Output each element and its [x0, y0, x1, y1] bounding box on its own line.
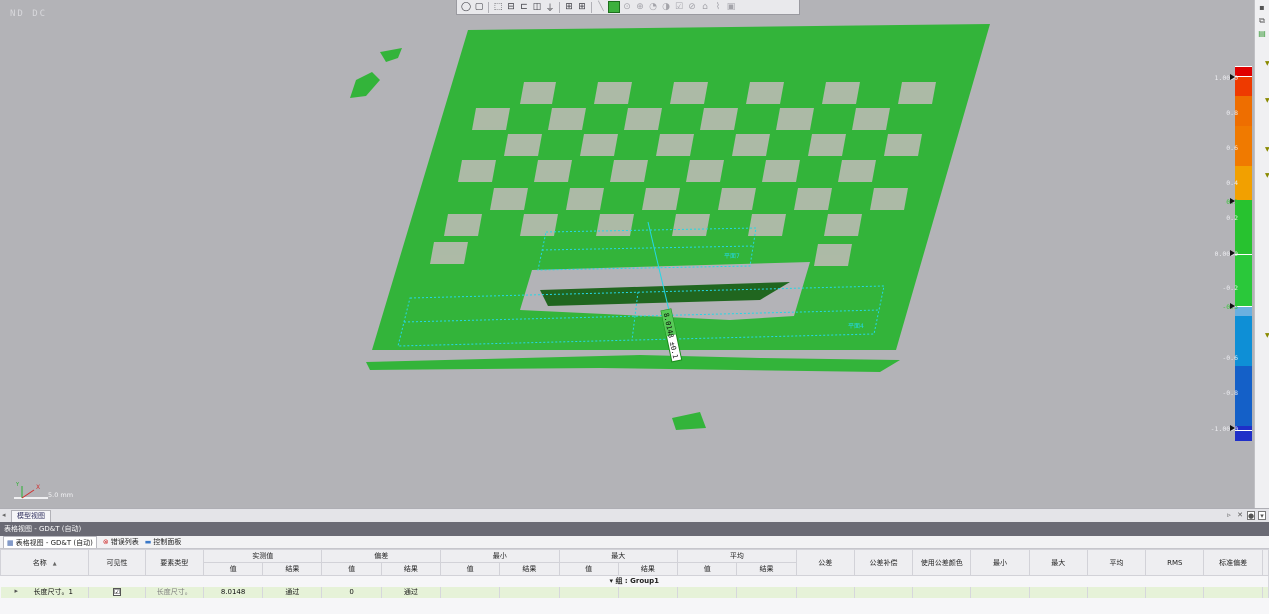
sub-header-value[interactable]: 值 — [202, 562, 264, 576]
group-row[interactable]: ▾ 组 : Group1 — [0, 575, 1269, 587]
col-header-measured[interactable]: 实测值 — [202, 549, 323, 563]
col-header-deviation[interactable]: 偏差 — [321, 549, 441, 563]
sub-header-result[interactable]: 结果 — [736, 562, 797, 576]
sub-header-result[interactable]: 结果 — [380, 562, 442, 576]
row-cell — [736, 586, 797, 598]
col-header-std[interactable]: 标准偏差 — [1203, 549, 1263, 576]
row-cell — [1145, 586, 1205, 598]
col-header-min2[interactable]: 最小 — [970, 549, 1030, 576]
expand-icon[interactable]: ▾ — [610, 577, 614, 585]
control-panel-icon: ▬ — [144, 538, 152, 546]
col-header-tol-comp[interactable]: 公差补偿 — [853, 549, 914, 576]
row-cell — [618, 586, 679, 598]
axis-x-label: X — [36, 484, 40, 491]
row-deviation-result: 通过 — [381, 586, 442, 598]
view-tab-strip: ◂ 模型视图 ▹ ✕ ● ▾ — [0, 508, 1269, 522]
model-viewport[interactable]: ND DC 平面7 平面4 8.0148 ±0.1 ◯ ▢ ⬚ ⊟ ⊏ ◫ ⏚ … — [0, 0, 1254, 508]
sub-header-value[interactable]: 值 — [677, 562, 738, 576]
row-cell — [1029, 586, 1088, 598]
tab-label: 控制面板 — [153, 538, 182, 546]
sub-header-result[interactable]: 结果 — [262, 562, 323, 576]
col-header-visibility[interactable]: 可见性 — [88, 549, 146, 576]
col-header-use-tol-color[interactable]: 使用公差颜色 — [912, 549, 972, 576]
col-header-max[interactable]: 最大 — [558, 549, 679, 563]
panel-tabs: ▦ 表格视图 - GD&T (自动) ⊗ 错误列表 ▬ 控制面板 — [0, 536, 1269, 549]
col-header-name[interactable]: 名称 ▲ — [0, 549, 90, 576]
marker-arrow-icon — [1230, 303, 1235, 309]
group-label: 组 : Group1 — [615, 577, 659, 586]
sub-header-result[interactable]: 结果 — [617, 562, 679, 576]
gdt-table: 名称 ▲ 可见性 要素类型 实测值 偏差 最小 最大 平均 公差 公差补偿 使用公… — [0, 549, 1269, 598]
chevron-down-icon[interactable]: ▾ — [1258, 511, 1266, 520]
sub-header-result[interactable]: 结果 — [499, 562, 560, 576]
col-header-tolerance[interactable]: 公差 — [795, 549, 855, 576]
marker-arrow-icon — [1230, 74, 1235, 80]
marker-arrow-icon — [1230, 425, 1235, 431]
error-icon: ⊗ — [102, 538, 109, 546]
axis-y-label: Y — [15, 482, 20, 488]
sort-asc-icon: ▲ — [52, 560, 57, 567]
sub-header-value[interactable]: 值 — [439, 562, 501, 576]
tab-error-list[interactable]: ⊗ 错误列表 — [103, 537, 139, 547]
row-cell — [1262, 586, 1269, 598]
copy-icon[interactable]: ⧉ — [1257, 15, 1268, 26]
sub-header-value[interactable]: 值 — [558, 562, 619, 576]
col-header-avg[interactable]: 平均 — [677, 549, 797, 563]
marker-arrow-icon — [1230, 198, 1235, 204]
table-row[interactable]: ▸ 长度尺寸。1 ☑ 长度尺寸。 8.0148 通过 0 通过 — [0, 586, 1269, 598]
col-header-feature-type[interactable]: 要素类型 — [144, 549, 204, 576]
sub-header-value[interactable]: 值 — [321, 562, 382, 576]
row-deviation-value: 0 — [321, 586, 382, 598]
row-cell — [440, 586, 501, 598]
right-side-strip: ▪ ⧉ ▤ ▼ ▼ ▼ ▼ ▼ — [1254, 0, 1269, 508]
col-header-max2[interactable]: 最大 — [1028, 549, 1088, 576]
row-measured-value: 8.0148 — [203, 586, 264, 598]
marker-triangle-icon: ▼ — [1265, 97, 1269, 104]
row-cell — [854, 586, 914, 598]
marker-triangle-icon: ▼ — [1265, 146, 1269, 153]
tab-model-view[interactable]: 模型视图 — [11, 510, 51, 522]
row-cell — [1087, 586, 1147, 598]
marker-triangle-icon: ▼ — [1265, 172, 1269, 179]
marker-triangle-icon: ▼ — [1265, 332, 1269, 339]
tab-control-panel[interactable]: ▬ 控制面板 — [145, 537, 182, 547]
tab-label: 表格视图 - GD&T (自动) — [15, 538, 93, 547]
col-header-avg2[interactable]: 平均 — [1086, 549, 1147, 576]
close-icon[interactable]: ✕ — [1236, 511, 1244, 520]
col-header-min[interactable]: 最小 — [440, 549, 560, 563]
visibility-checkbox[interactable]: ☑ — [113, 588, 122, 596]
row-feature-type: 长度尺寸。 — [145, 586, 204, 598]
row-name: ▸ 长度尺寸。1 — [0, 586, 90, 598]
layer-icon[interactable]: ▤ — [1257, 28, 1268, 39]
strip-controls: ▹ ✕ ● ▾ — [1225, 511, 1266, 520]
row-cell — [912, 586, 972, 598]
col-header-rms[interactable]: RMS — [1145, 549, 1205, 576]
color-bar-markers — [1230, 74, 1235, 431]
scroll-left-icon[interactable]: ◂ — [2, 511, 6, 519]
row-visibility[interactable]: ☑ — [88, 586, 146, 598]
row-cell — [677, 586, 738, 598]
play-icon[interactable]: ▹ — [1225, 511, 1233, 520]
panel-title: 表格视图 - GD&T (自动) — [0, 522, 1269, 536]
row-cell — [499, 586, 560, 598]
marker-arrow-icon — [1230, 250, 1235, 256]
row-cell — [796, 586, 855, 598]
row-cell — [559, 586, 619, 598]
scale-label: 5.0 mm — [48, 491, 74, 499]
tab-label: 错误列表 — [110, 538, 139, 546]
panel-icon[interactable]: ▪ — [1257, 2, 1268, 13]
row-measured-result: 通过 — [262, 586, 323, 598]
col-header-filler — [1261, 549, 1269, 576]
tab-table-view[interactable]: ▦ 表格视图 - GD&T (自动) — [3, 536, 97, 548]
row-cell — [1203, 586, 1263, 598]
record-icon[interactable]: ● — [1247, 511, 1255, 520]
app-window: ND DC 平面7 平面4 8.0148 ±0.1 ◯ ▢ ⬚ ⊟ ⊏ ◫ ⏚ … — [0, 0, 1269, 614]
table-view-panel: 表格视图 - GD&T (自动) ▦ 表格视图 - GD&T (自动) ⊗ 错误… — [0, 522, 1269, 614]
table-grid-icon: ▦ — [7, 538, 14, 547]
row-cell — [970, 586, 1030, 598]
marker-triangle-icon: ▼ — [1265, 60, 1269, 67]
row-expand-icon[interactable]: ▸ — [15, 587, 19, 595]
